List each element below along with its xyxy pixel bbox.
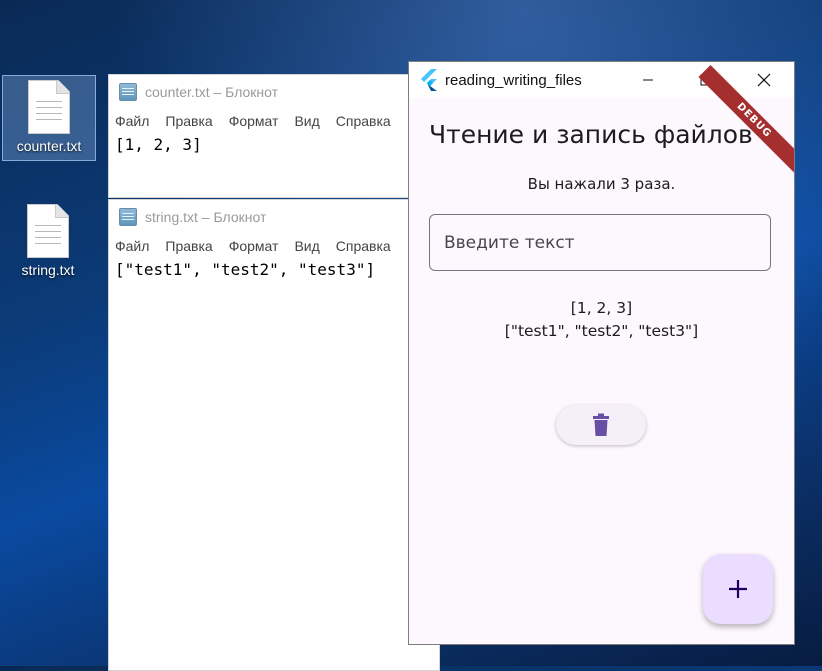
menu-bar: Файл Правка Формат Вид Справка — [109, 234, 439, 258]
minimize-icon — [643, 79, 653, 81]
menu-view[interactable]: Вид — [294, 238, 319, 254]
close-button[interactable] — [735, 62, 793, 98]
menu-file[interactable]: Файл — [115, 113, 149, 129]
text-file-icon — [28, 80, 70, 134]
notepad-icon — [119, 208, 137, 226]
menu-help[interactable]: Справка — [336, 238, 391, 254]
window-title: string.txt – Блокнот — [145, 209, 267, 225]
notepad-window-counter[interactable]: counter.txt – Блокнот Файл Правка Формат… — [108, 74, 440, 198]
flutter-logo-icon — [419, 69, 439, 91]
desktop-icon-string-txt[interactable]: string.txt — [2, 200, 94, 284]
press-counter-text: Вы нажали 3 раза. — [527, 175, 676, 193]
text-input-field[interactable] — [429, 214, 771, 271]
string-file-content: ["test1", "test2", "test3"] — [504, 322, 699, 340]
trash-icon — [593, 413, 609, 436]
desktop-icon-label: string.txt — [21, 262, 75, 278]
menu-view[interactable]: Вид — [294, 113, 319, 129]
file-contents: [1, 2, 3] ["test1", "test2", "test3"] — [409, 297, 794, 343]
menu-file[interactable]: Файл — [115, 238, 149, 254]
window-title: counter.txt – Блокнот — [145, 84, 279, 100]
add-fab-button[interactable] — [703, 554, 773, 624]
notepad-icon — [119, 83, 137, 101]
minimize-button[interactable] — [619, 62, 677, 98]
flutter-app-window[interactable]: reading_writing_files DEBUG Чтение и зап… — [408, 61, 795, 645]
menu-format[interactable]: Формат — [229, 238, 279, 254]
plus-icon — [729, 580, 747, 598]
app-window-title: reading_writing_files — [445, 71, 582, 89]
page-title: Чтение и запись файлов — [429, 120, 753, 149]
text-file-icon — [27, 204, 69, 258]
desktop-icon-label: counter.txt — [16, 138, 82, 154]
menu-edit[interactable]: Правка — [165, 238, 212, 254]
text-editor-area[interactable]: [1, 2, 3] — [109, 133, 439, 156]
window-titlebar[interactable]: counter.txt – Блокнот — [109, 75, 439, 109]
menu-bar: Файл Правка Формат Вид Справка — [109, 109, 439, 133]
menu-edit[interactable]: Правка — [165, 113, 212, 129]
desktop-icon-counter-txt[interactable]: counter.txt — [2, 75, 96, 161]
notepad-window-string[interactable]: string.txt – Блокнот Файл Правка Формат … — [108, 199, 440, 671]
close-icon — [757, 73, 771, 87]
window-titlebar[interactable]: string.txt – Блокнот — [109, 200, 439, 234]
delete-button[interactable] — [556, 405, 646, 445]
menu-format[interactable]: Формат — [229, 113, 279, 129]
menu-help[interactable]: Справка — [336, 113, 391, 129]
text-editor-area[interactable]: ["test1", "test2", "test3"] — [109, 258, 439, 281]
counter-file-content: [1, 2, 3] — [570, 299, 633, 317]
